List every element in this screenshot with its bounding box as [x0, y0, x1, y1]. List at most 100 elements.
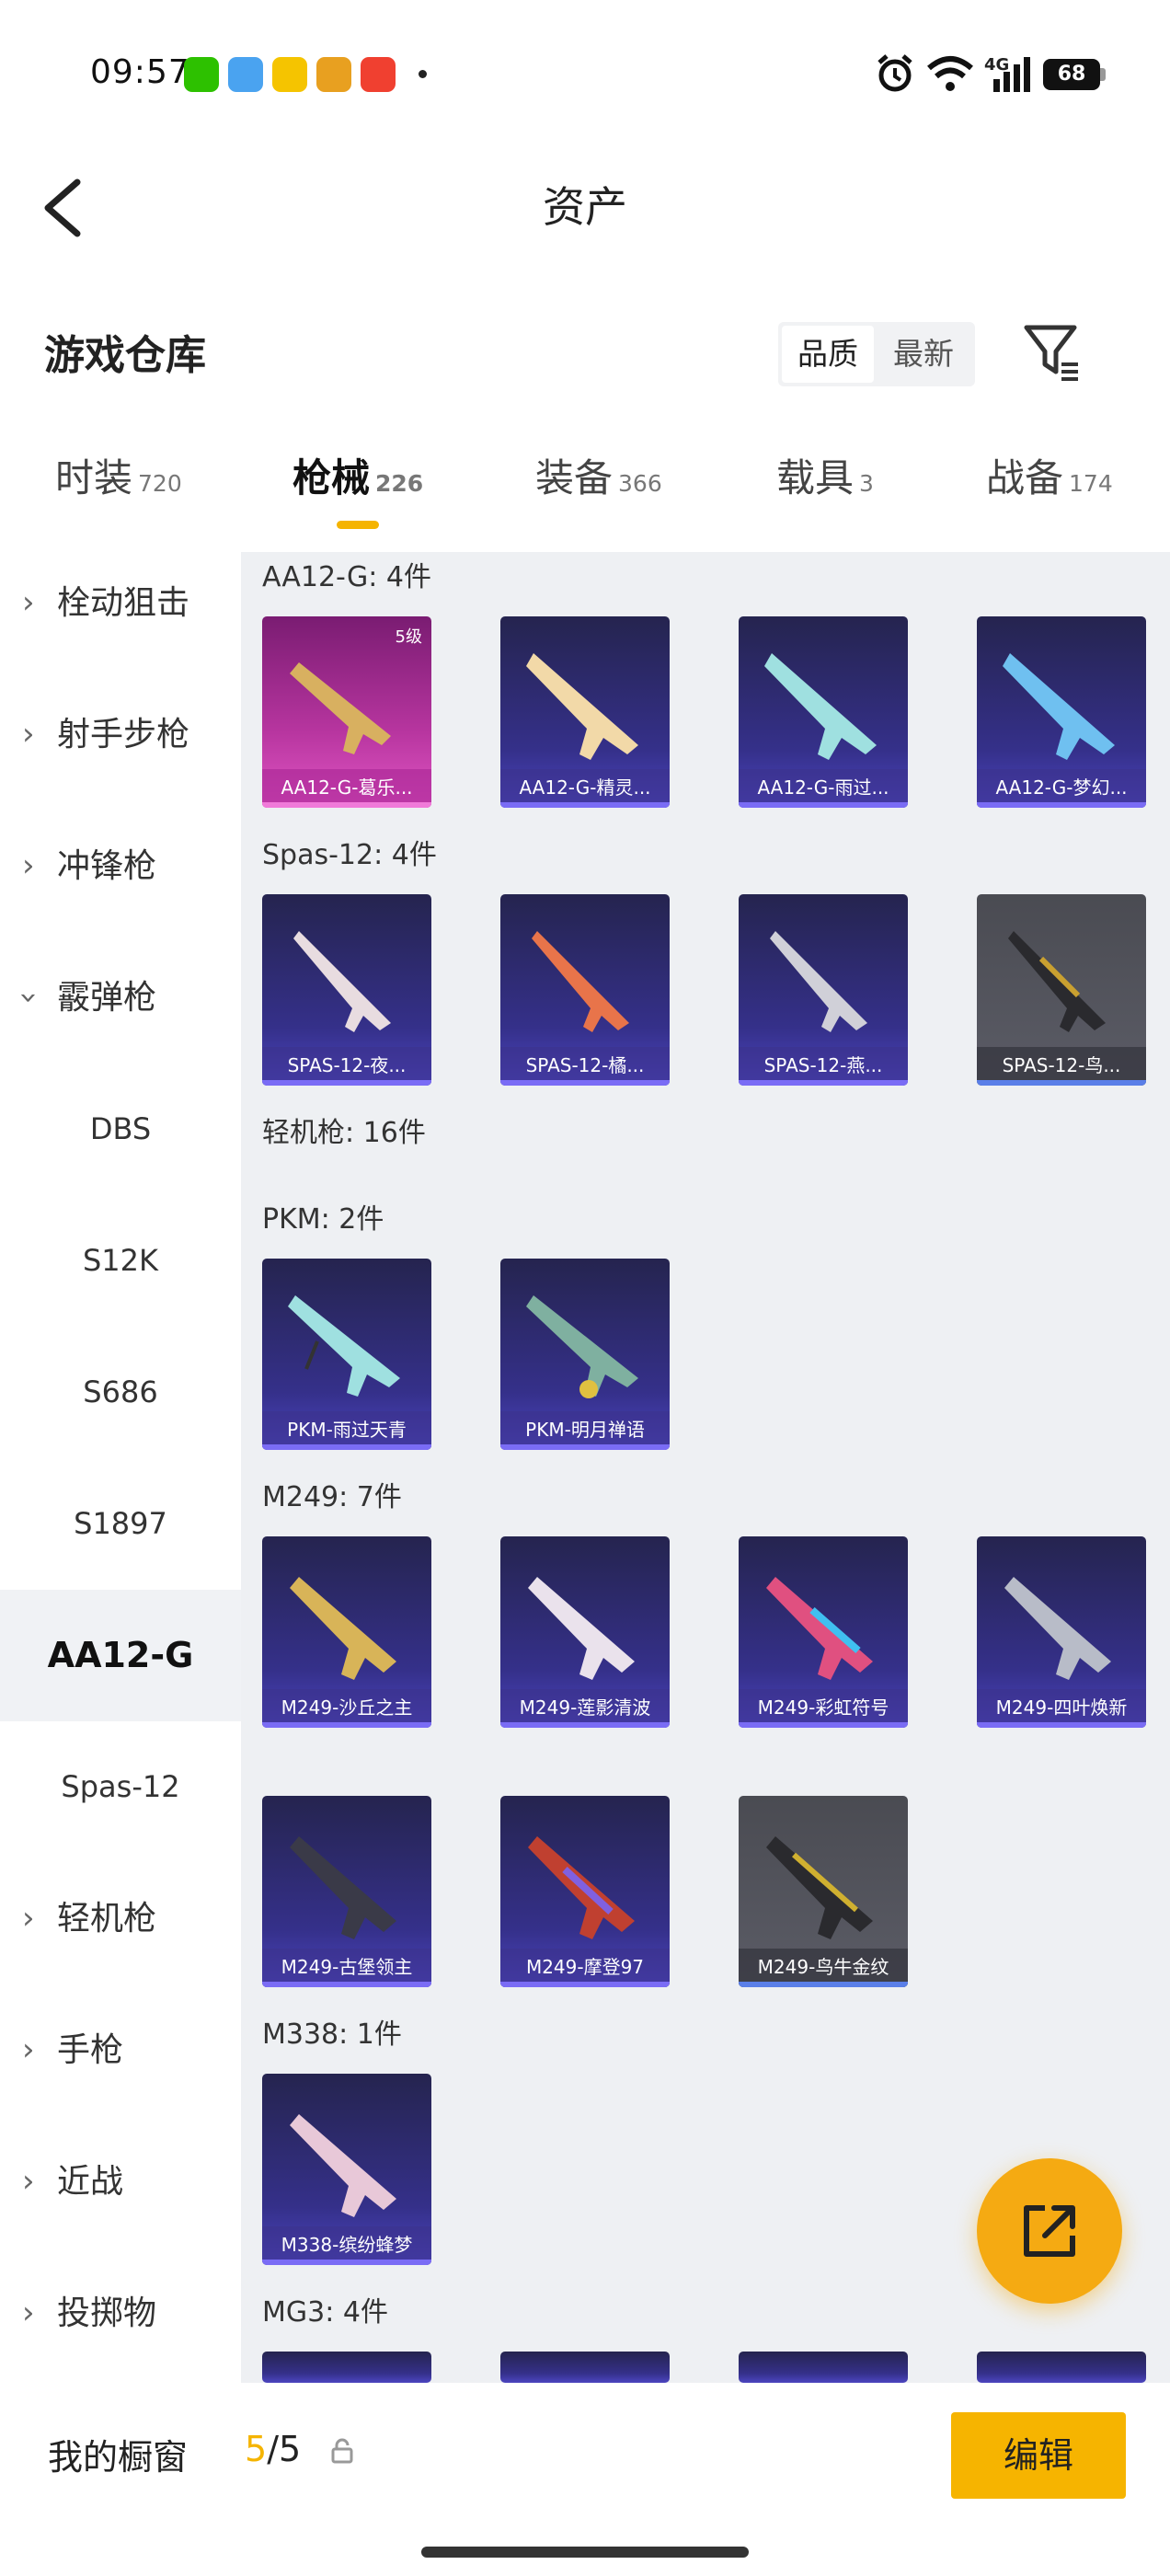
rarity-bar	[739, 802, 908, 808]
rarity-bar	[977, 1722, 1146, 1728]
edit-button[interactable]: 编辑	[951, 2412, 1126, 2499]
alarm-icon	[878, 54, 912, 92]
rarity-bar	[500, 802, 670, 808]
skin-card[interactable]: SPAS-12-橘...	[500, 894, 670, 1086]
skin-card[interactable]	[739, 2352, 908, 2383]
rarity-bar	[739, 1722, 908, 1728]
page-title: 资产	[543, 182, 627, 232]
home-indicator[interactable]	[421, 2547, 749, 2558]
rarity-bar	[262, 1722, 431, 1728]
group-title-lmg: 轻机枪: 16件	[262, 1117, 426, 1149]
skin-card[interactable]: SPAS-12-鸟...	[977, 894, 1146, 1086]
skin-card[interactable]: M249-古堡领主	[262, 1796, 431, 1987]
skin-card[interactable]	[262, 2352, 431, 2383]
rarity-bar	[500, 1722, 670, 1728]
sidebar-item-melee[interactable]: › 近战	[0, 2116, 241, 2248]
sort-newest-option[interactable]: 最新	[876, 322, 971, 386]
sidebar-item-lmg[interactable]: › 轻机枪	[0, 1853, 241, 1984]
sidebar-item-pistol[interactable]: › 手枪	[0, 1984, 241, 2116]
rarity-bar	[500, 1080, 670, 1086]
wechat-icon	[184, 57, 219, 92]
sidebar-item-label: 栓动狙击	[57, 584, 190, 622]
tab-label: 装备	[535, 455, 614, 500]
tab-guns[interactable]: 枪械 226	[292, 451, 423, 506]
sidebar-item-smg[interactable]: › 冲锋枪	[0, 800, 241, 932]
battery-tip	[1100, 68, 1106, 81]
skin-card[interactable]: PKM-雨过天青	[262, 1259, 431, 1450]
tab-equipment[interactable]: 装备 366	[535, 451, 662, 506]
skin-card[interactable]: M338-缤纷蜂梦	[262, 2074, 431, 2265]
tab-count: 226	[375, 470, 424, 497]
sidebar-item-dmr[interactable]: › 射手步枪	[0, 669, 241, 800]
skin-card[interactable]	[977, 2352, 1146, 2383]
skin-card[interactable]: SPAS-12-燕...	[739, 894, 908, 1086]
rarity-bar	[500, 1444, 670, 1450]
tab-label: 战备	[986, 455, 1064, 500]
battery-level: 68	[1057, 63, 1086, 86]
sort-quality-option[interactable]: 品质	[782, 326, 874, 383]
tab-fashion[interactable]: 时装 720	[55, 451, 182, 506]
more-notifications-icon	[419, 70, 427, 78]
skin-card[interactable]: M249-鸟牛金纹	[739, 1796, 908, 1987]
rarity-bar	[739, 1080, 908, 1086]
sidebar-item-label: S686	[83, 1374, 158, 1409]
chevron-right-icon: ›	[22, 847, 35, 884]
wifi-icon	[927, 56, 973, 91]
sidebar-subitem-s686[interactable]: S686	[0, 1327, 241, 1458]
sidebar-subitem-s12k[interactable]: S12K	[0, 1195, 241, 1327]
tab-label: 时装	[55, 455, 133, 500]
sidebar-item-label: 轻机枪	[57, 1900, 157, 1938]
skin-card[interactable]: AA12-G-雨过...	[739, 616, 908, 808]
skin-card[interactable]: SPAS-12-夜...	[262, 894, 431, 1086]
sidebar-item-label: Spas-12	[61, 1769, 180, 1804]
group-title-aa12g: AA12-G: 4件	[262, 561, 431, 593]
tab-battle-gear[interactable]: 战备 174	[986, 451, 1113, 506]
sidebar-item-bolt-sniper[interactable]: › 栓动狙击	[0, 537, 241, 669]
skin-card[interactable]: AA12-G-梦幻...	[977, 616, 1146, 808]
showcase-count-total: /5	[267, 2429, 302, 2469]
share-fab-button[interactable]	[977, 2158, 1122, 2304]
sidebar-subitem-s1897[interactable]: S1897	[0, 1458, 241, 1590]
game-news-icon	[316, 57, 351, 92]
tab-count: 174	[1069, 470, 1113, 497]
skin-card[interactable]: M249-莲影清波	[500, 1536, 670, 1728]
rarity-bar	[262, 802, 431, 808]
active-tab-indicator	[337, 521, 379, 529]
skin-card[interactable]: AA12-G-精灵...	[500, 616, 670, 808]
skin-card[interactable]: 5级 AA12-G-葛乐...	[262, 616, 431, 808]
tab-count: 720	[138, 470, 182, 497]
game-icon	[361, 57, 396, 92]
skin-card[interactable]: M249-摩登97	[500, 1796, 670, 1987]
rarity-bar	[262, 1080, 431, 1086]
external-link-icon	[1024, 2205, 1075, 2257]
rarity-bar	[739, 1982, 908, 1987]
group-title-pkm: PKM: 2件	[262, 1203, 384, 1236]
sidebar-subitem-aa12g[interactable]: AA12-G	[0, 1590, 241, 1721]
lock-icon	[331, 2438, 353, 2464]
weather-icon	[228, 57, 263, 92]
sidebar-subitem-spas12[interactable]: Spas-12	[0, 1721, 241, 1853]
skin-card[interactable]	[500, 2352, 670, 2383]
sidebar-item-label: 手枪	[57, 2031, 124, 2069]
filter-icon[interactable]	[1021, 320, 1085, 385]
group-title-m249: M249: 7件	[262, 1481, 402, 1513]
rarity-bar	[977, 802, 1146, 808]
skin-card[interactable]: M249-沙丘之主	[262, 1536, 431, 1728]
sidebar-item-label: 射手步枪	[57, 716, 190, 753]
skin-card[interactable]: M249-四叶焕新	[977, 1536, 1146, 1728]
sidebar-item-shotgun[interactable]: › 霰弹枪	[0, 932, 241, 1064]
showcase-count: 5/5	[245, 2429, 301, 2469]
battery-icon: 68	[1043, 59, 1100, 90]
sidebar-item-throwables[interactable]: › 投掷物	[0, 2248, 241, 2376]
sidebar-subitem-dbs[interactable]: DBS	[0, 1064, 241, 1195]
tab-label: 载具	[776, 455, 855, 500]
showcase-count-current: 5	[245, 2429, 268, 2469]
sidebar-item-label: AA12-G	[47, 1635, 194, 1675]
chevron-right-icon: ›	[22, 1900, 35, 1937]
signal-icon	[993, 57, 1030, 92]
skin-card[interactable]: PKM-明月禅语	[500, 1259, 670, 1450]
sidebar-item-label: DBS	[89, 1111, 152, 1146]
skin-card[interactable]: M249-彩虹符号	[739, 1536, 908, 1728]
tab-vehicles[interactable]: 载具 3	[776, 451, 874, 506]
sidebar-item-label: 投掷物	[57, 2294, 157, 2332]
